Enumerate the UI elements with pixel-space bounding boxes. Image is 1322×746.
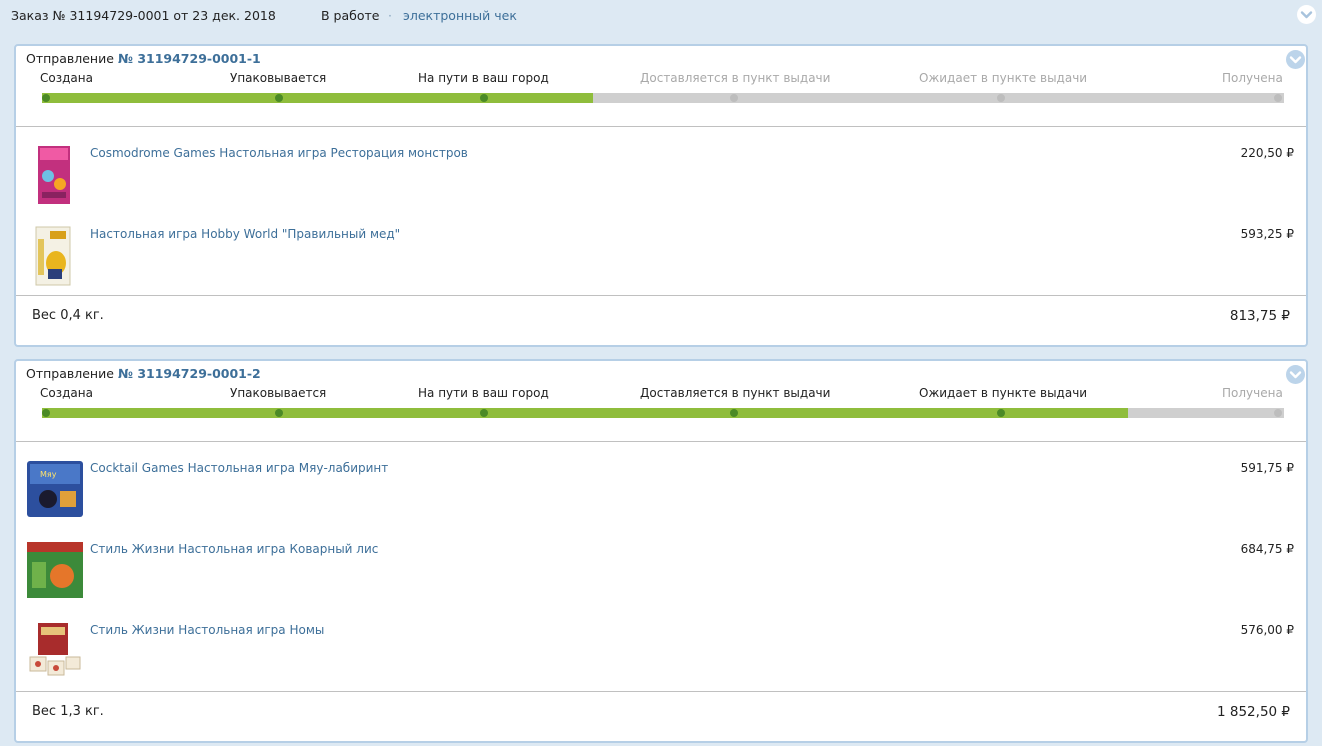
chevron-down-icon bbox=[1289, 56, 1302, 64]
shipment-heading: Отправление № 31194729-0001-2 bbox=[26, 366, 261, 381]
stage-label: Получена bbox=[1222, 386, 1283, 400]
shipment-heading: Отправление № 31194729-0001-1 bbox=[26, 51, 261, 66]
progress-dot bbox=[730, 409, 738, 417]
progress-dot bbox=[997, 94, 1005, 102]
product-price: 220,50 ₽ bbox=[1240, 146, 1294, 160]
stage-label: Доставляется в пункт выдачи bbox=[640, 71, 831, 85]
shipment-total: 1 852,50 ₽ bbox=[1217, 704, 1290, 720]
shipment-card: Отправление № 31194729-0001-2 Создана Упа… bbox=[14, 359, 1308, 743]
box-red-icon[interactable] bbox=[26, 621, 84, 683]
order-title: Заказ № 31194729-0001 от 23 дек. 2018 bbox=[11, 8, 276, 23]
list-item: Стиль Жизни Настольная игра Коварный лис… bbox=[16, 540, 1306, 610]
progress-dot bbox=[42, 94, 50, 102]
progress-track bbox=[42, 408, 1284, 418]
shipment-number[interactable]: № 31194729-0001-2 bbox=[118, 366, 261, 381]
list-item: Настольная игра Hobby World "Правильный … bbox=[16, 225, 1306, 295]
product-price: 591,75 ₽ bbox=[1240, 461, 1294, 475]
progress-dot bbox=[997, 409, 1005, 417]
shipment-card: Отправление № 31194729-0001-1 Создана Упа… bbox=[14, 44, 1308, 347]
shipment-weight: Вес 1,3 кг. bbox=[32, 704, 104, 719]
stage-label: Ожидает в пункте выдачи bbox=[919, 71, 1088, 85]
list-item: Cosmodrome Games Настольная игра Рестора… bbox=[16, 144, 1306, 214]
shipment-collapse-button[interactable] bbox=[1286, 50, 1305, 69]
divider bbox=[16, 441, 1306, 442]
product-link[interactable]: Стиль Жизни Настольная игра Номы bbox=[90, 623, 324, 637]
product-link[interactable]: Cosmodrome Games Настольная игра Рестора… bbox=[90, 146, 468, 160]
product-link[interactable]: Cocktail Games Настольная игра Мяу-лабир… bbox=[90, 461, 388, 475]
order-header: Заказ № 31194729-0001 от 23 дек. 2018 В … bbox=[0, 0, 1322, 32]
divider bbox=[16, 295, 1306, 296]
box-pink-icon[interactable] bbox=[26, 144, 84, 206]
list-item: Стиль Жизни Настольная игра Номы 576,00 … bbox=[16, 621, 1306, 691]
shipment-collapse-button[interactable] bbox=[1286, 365, 1305, 384]
shipment-weight: Вес 0,4 кг. bbox=[32, 308, 104, 323]
stage-label: На пути в ваш город bbox=[418, 71, 549, 85]
stage-label: Получена bbox=[1222, 71, 1283, 85]
product-link[interactable]: Стиль Жизни Настольная игра Коварный лис bbox=[90, 542, 378, 556]
stage-label: Ожидает в пункте выдачи bbox=[919, 386, 1088, 400]
progress-dot bbox=[480, 94, 488, 102]
shipment-number[interactable]: № 31194729-0001-1 bbox=[118, 51, 261, 66]
separator-dot: · bbox=[388, 8, 392, 23]
product-link[interactable]: Настольная игра Hobby World "Правильный … bbox=[90, 227, 400, 241]
stage-label: Упаковывается bbox=[230, 71, 327, 85]
progress-dot bbox=[42, 409, 50, 417]
progress-dot bbox=[1274, 94, 1282, 102]
shipment-label: Отправление bbox=[26, 51, 114, 66]
order-status: В работе bbox=[321, 8, 380, 23]
progress-dot bbox=[1274, 409, 1282, 417]
progress-track bbox=[42, 93, 1284, 103]
progress-fill bbox=[42, 408, 1128, 418]
divider bbox=[16, 691, 1306, 692]
box-green-icon[interactable] bbox=[26, 540, 84, 602]
receipt-link[interactable]: электронный чек bbox=[403, 8, 517, 23]
product-price: 576,00 ₽ bbox=[1240, 623, 1294, 637]
progress-dot bbox=[480, 409, 488, 417]
product-price: 684,75 ₽ bbox=[1240, 542, 1294, 556]
stage-label: Упаковывается bbox=[230, 386, 327, 400]
progress-fill bbox=[42, 93, 593, 103]
shipment-label: Отправление bbox=[26, 366, 114, 381]
product-price: 593,25 ₽ bbox=[1240, 227, 1294, 241]
progress-dot bbox=[730, 94, 738, 102]
chevron-down-icon bbox=[1300, 11, 1313, 19]
progress-dot bbox=[275, 409, 283, 417]
svg-text:Мяу: Мяу bbox=[40, 470, 57, 479]
box-yellow-icon[interactable] bbox=[26, 225, 84, 287]
divider bbox=[16, 126, 1306, 127]
order-collapse-button[interactable] bbox=[1297, 5, 1316, 24]
stage-label: На пути в ваш город bbox=[418, 386, 549, 400]
chevron-down-icon bbox=[1289, 371, 1302, 379]
list-item: Мяу Cocktail Games Настольная игра Мяу-л… bbox=[16, 459, 1306, 529]
progress-dot bbox=[275, 94, 283, 102]
stage-label: Создана bbox=[40, 71, 93, 85]
box-blue-icon[interactable]: Мяу bbox=[26, 459, 84, 521]
stage-label: Доставляется в пункт выдачи bbox=[640, 386, 831, 400]
shipment-total: 813,75 ₽ bbox=[1229, 308, 1290, 324]
stage-label: Создана bbox=[40, 386, 93, 400]
